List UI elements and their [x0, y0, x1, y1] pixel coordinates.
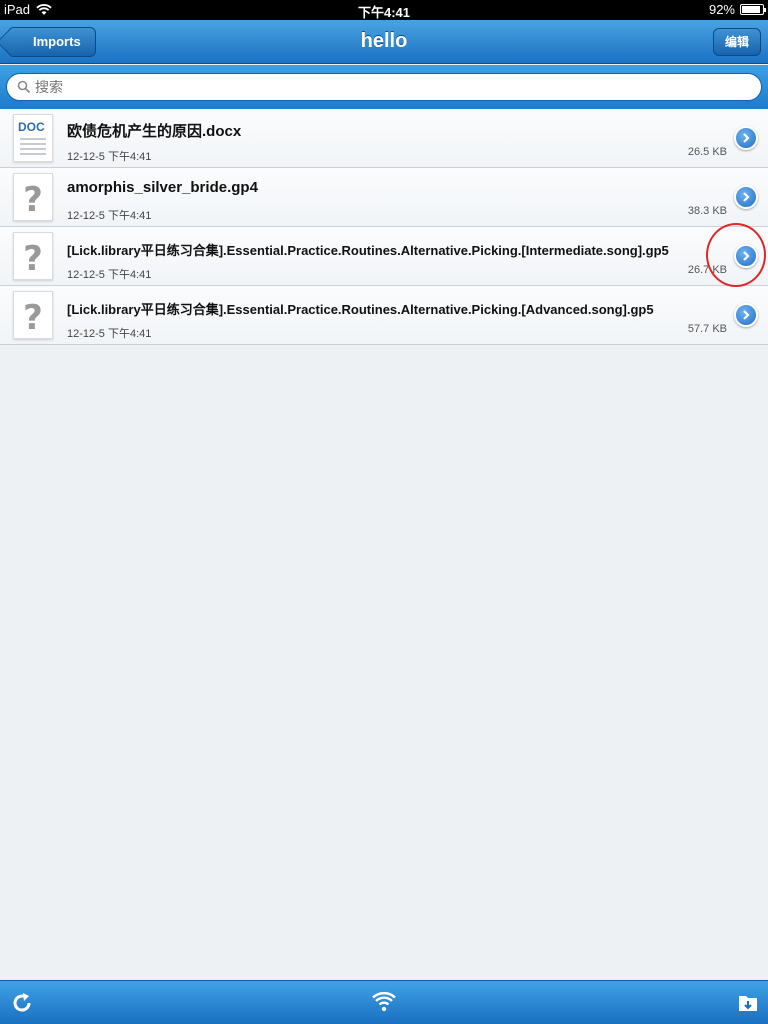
battery-icon — [740, 4, 766, 15]
wifi-transfer-button[interactable] — [372, 991, 396, 1015]
doc-line — [20, 153, 46, 155]
question-mark-glyph: ? — [23, 180, 43, 220]
battery-percent: 92% — [708, 2, 735, 17]
file-date: 12-12-5 下午4:41 — [67, 210, 152, 222]
unknown-file-icon: ? — [13, 232, 53, 280]
detail-disclosure-button[interactable] — [734, 303, 758, 327]
unknown-file-icon: ? — [13, 173, 53, 221]
search-field[interactable] — [6, 73, 762, 101]
search-icon — [17, 80, 31, 94]
file-row[interactable]: ? [Lick.library平日练习合集].Essential.Practic… — [0, 227, 768, 286]
doc-line — [20, 143, 46, 145]
search-input[interactable] — [35, 79, 761, 95]
file-name: [Lick.library平日练习合集].Essential.Practice.… — [67, 243, 669, 258]
chevron-right-icon — [743, 192, 750, 202]
battery-level — [742, 6, 761, 13]
doc-file-icon: DOC — [13, 114, 53, 162]
wifi-icon — [372, 991, 396, 1012]
file-size: 38.3 KB — [687, 205, 727, 217]
question-mark-glyph: ? — [23, 298, 43, 338]
file-row[interactable]: ? amorphis_silver_bride.gp4 12-12-5 下午4:… — [0, 168, 768, 227]
file-size: 57.7 KB — [687, 323, 727, 335]
navigation-bar: Imports hello 编辑 — [0, 20, 768, 64]
chevron-right-icon — [743, 310, 750, 320]
question-mark-glyph: ? — [23, 239, 43, 279]
unknown-file-icon: ? — [13, 291, 53, 339]
file-date: 12-12-5 下午4:41 — [67, 328, 152, 340]
folder-import-button[interactable] — [736, 991, 760, 1015]
doc-line — [20, 138, 46, 140]
page-title: hello — [360, 30, 408, 52]
detail-disclosure-button[interactable] — [734, 126, 758, 150]
file-size: 26.5 KB — [687, 146, 727, 158]
file-row[interactable]: DOC 欧债危机产生的原因.docx 12-12-5 下午4:41 26.5 K… — [0, 109, 768, 168]
edit-button[interactable]: 编辑 — [713, 28, 761, 56]
file-name: amorphis_silver_bride.gp4 — [67, 179, 258, 196]
status-time: 下午4:41 — [357, 5, 411, 20]
file-row[interactable]: ? [Lick.library平日练习合集].Essential.Practic… — [0, 286, 768, 345]
doc-line — [20, 148, 46, 150]
status-bar: iPad 下午4:41 92% — [0, 0, 768, 20]
annotation-circle — [706, 223, 766, 287]
file-date: 12-12-5 下午4:41 — [67, 269, 152, 281]
file-date: 12-12-5 下午4:41 — [67, 151, 152, 163]
refresh-icon — [13, 993, 31, 1012]
refresh-button[interactable] — [10, 991, 34, 1015]
status-right: 92% — [708, 2, 766, 17]
file-name: 欧债危机产生的原因.docx — [67, 123, 242, 140]
detail-disclosure-button[interactable] — [734, 185, 758, 209]
chevron-right-icon — [743, 133, 750, 143]
file-list: DOC 欧债危机产生的原因.docx 12-12-5 下午4:41 26.5 K… — [0, 109, 768, 345]
file-name: [Lick.library平日练习合集].Essential.Practice.… — [67, 302, 654, 317]
bottom-toolbar — [0, 980, 768, 1024]
search-bar — [0, 65, 768, 109]
folder-import-icon — [739, 996, 757, 1011]
doc-thumb-label: DOC — [18, 120, 45, 134]
